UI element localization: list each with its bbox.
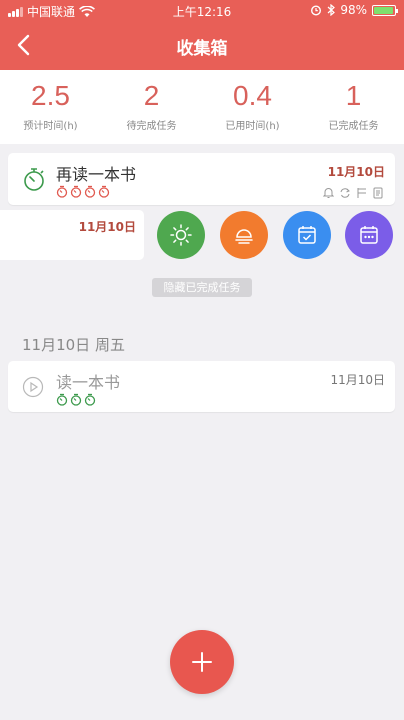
- task-title: 读一本书: [56, 373, 121, 392]
- task-card[interactable]: 再读一本书 11月10日: [8, 153, 395, 205]
- date-section-header: 11月10日 周五: [22, 336, 125, 354]
- pomodoro-icon: [84, 185, 96, 198]
- calendar-dots-icon: [360, 226, 378, 244]
- someday-button[interactable]: [345, 211, 393, 259]
- stat-used-time: 0.4 已用时间(h): [202, 70, 303, 144]
- status-bar: 中国联通 上午12:16 98%: [0, 0, 404, 22]
- stat-estimated-time: 2.5 预计时间(h): [0, 70, 101, 144]
- plus-icon: [192, 652, 212, 672]
- stats-panel: 2.5 预计时间(h) 2 待完成任务 0.4 已用时间(h) 1 已完成任务: [0, 70, 404, 144]
- pomodoro-icon: [84, 393, 96, 406]
- pomodoro-icon: [70, 393, 82, 406]
- battery-percent: 98%: [340, 3, 367, 17]
- stat-label: 已完成任务: [328, 121, 379, 132]
- bluetooth-icon: [327, 4, 336, 16]
- sun-icon: [170, 224, 192, 246]
- play-icon[interactable]: [22, 376, 44, 398]
- top-bar: 中国联通 上午12:16 98% 收集箱: [0, 0, 404, 70]
- move-to-today-button[interactable]: [157, 211, 205, 259]
- stat-label: 待完成任务: [126, 121, 177, 132]
- status-right: 98%: [310, 3, 398, 17]
- pomodoro-counter: [56, 185, 110, 198]
- repeat-icon: [340, 188, 350, 198]
- calendar-check-icon: [298, 226, 316, 244]
- stat-label: 已用时间(h): [225, 121, 280, 132]
- pomodoro-icon: [56, 393, 68, 406]
- task-date: 11月10日: [330, 373, 385, 387]
- bottom-spacer: [0, 712, 404, 720]
- pomodoro-counter: [56, 393, 96, 406]
- task-date: 11月10日: [78, 220, 136, 234]
- hide-completed-button[interactable]: 隐藏已完成任务: [152, 278, 252, 297]
- stat-value: 1: [345, 80, 362, 111]
- task-title: 再读一本书: [56, 165, 137, 184]
- schedule-button[interactable]: [283, 211, 331, 259]
- alarm-icon: [311, 5, 322, 16]
- stat-value: 2: [143, 80, 160, 111]
- pomodoro-icon: [98, 185, 110, 198]
- stat-pending-tasks: 2 待完成任务: [101, 70, 202, 144]
- stat-label: 预计时间(h): [23, 121, 78, 132]
- task-date: 11月10日: [327, 165, 385, 179]
- stat-value: 2.5: [31, 80, 70, 111]
- stat-completed-tasks: 1 已完成任务: [303, 70, 404, 144]
- subtask-icon: [357, 188, 366, 198]
- pomodoro-icon: [70, 185, 82, 198]
- stopwatch-icon[interactable]: [22, 166, 46, 192]
- task-meta-icons: [323, 187, 383, 199]
- add-task-button[interactable]: [170, 630, 234, 694]
- task-card[interactable]: 读一本书 11月10日: [8, 361, 395, 412]
- stat-value: 0.4: [233, 80, 272, 111]
- move-to-tomorrow-button[interactable]: [220, 211, 268, 259]
- swiped-task-row[interactable]: 11月10日: [0, 210, 144, 260]
- note-icon: [373, 187, 383, 199]
- battery-icon: [372, 4, 398, 16]
- sunset-icon: [235, 229, 253, 244]
- page-title: 收集箱: [176, 39, 228, 59]
- bell-icon: [323, 188, 334, 198]
- pomodoro-icon: [56, 185, 68, 198]
